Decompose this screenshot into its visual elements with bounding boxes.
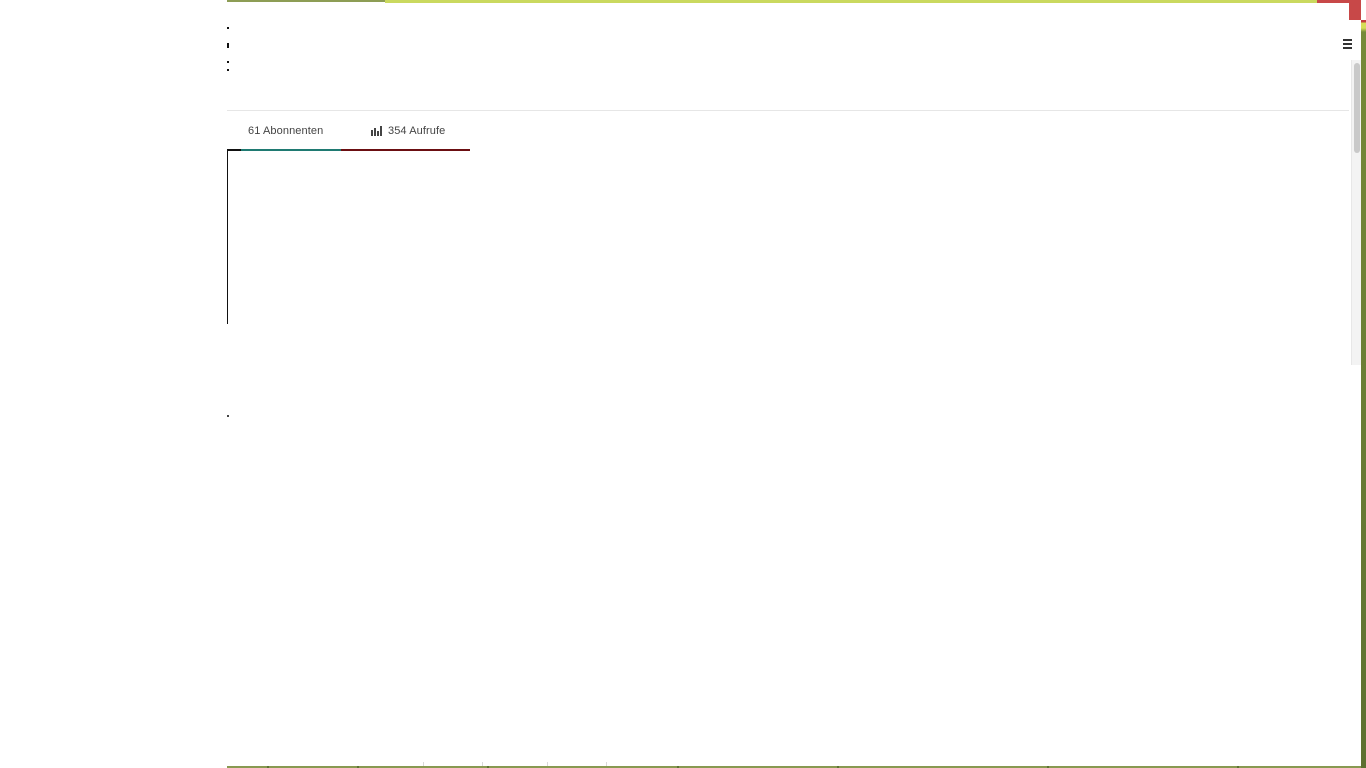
menu-line xyxy=(1343,39,1352,41)
top-accent-left xyxy=(227,0,385,2)
bottom-tab[interactable] xyxy=(547,762,607,766)
scrollbar-thumb[interactable] xyxy=(1354,63,1360,153)
channel-stats: 61 Abonnenten 354 Aufrufe xyxy=(227,111,470,151)
views-count-wrapper: 354 Aufrufe xyxy=(371,111,445,151)
menu-line xyxy=(1343,47,1352,49)
vertical-scrollbar[interactable] xyxy=(1351,60,1361,365)
content-mark xyxy=(227,415,229,417)
tick-mark xyxy=(227,69,229,71)
browser-window: 61 Abonnenten 354 Aufrufe xyxy=(227,0,1361,766)
stats-underline-dark xyxy=(227,149,241,151)
menu-line xyxy=(1343,43,1352,45)
stats-underline-teal xyxy=(241,149,341,151)
menu-icon[interactable] xyxy=(1343,39,1352,51)
bottom-tab[interactable] xyxy=(423,762,483,766)
subscribers-count: 61 Abonnenten xyxy=(248,125,324,137)
bottom-tabs xyxy=(423,762,643,766)
tick-mark xyxy=(227,43,229,48)
content-left-border xyxy=(227,151,228,324)
stats-underline-maroon xyxy=(341,149,470,151)
desktop-edge xyxy=(1361,20,1366,768)
channel-header xyxy=(227,3,1352,111)
views-count: 354 Aufrufe xyxy=(388,125,446,137)
bar-chart-icon xyxy=(371,126,382,136)
tick-mark xyxy=(227,61,229,63)
header-left-marks xyxy=(227,27,230,77)
tick-mark xyxy=(227,27,229,29)
